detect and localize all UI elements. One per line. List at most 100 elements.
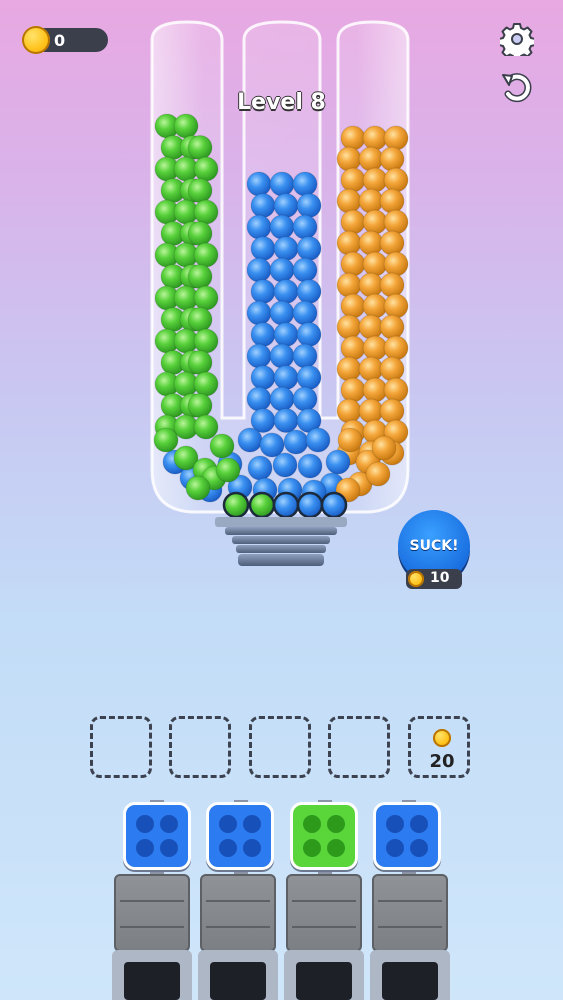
- ball: [269, 386, 295, 412]
- ball: [365, 461, 391, 487]
- ball: [340, 125, 366, 151]
- ball: [296, 193, 322, 218]
- cup-hole: [386, 815, 404, 833]
- ball: [362, 335, 388, 361]
- coin-icon: [22, 26, 50, 54]
- ball: [273, 279, 299, 304]
- lane-crate: [372, 874, 448, 952]
- ball: [336, 398, 362, 424]
- gear-icon[interactable]: [500, 22, 534, 56]
- holding-slot-1[interactable]: [90, 716, 152, 778]
- ball: [187, 221, 213, 246]
- ball: [296, 322, 322, 347]
- ball: [292, 257, 318, 283]
- ball: [283, 429, 309, 455]
- ball: [371, 435, 397, 461]
- ball: [250, 236, 276, 261]
- lane-crate: [200, 874, 276, 952]
- ball: [292, 386, 318, 412]
- ball: [379, 230, 405, 256]
- ball: [362, 293, 388, 319]
- lane-base: [112, 950, 192, 1000]
- ball: [336, 356, 362, 382]
- ball: [336, 188, 362, 214]
- ball: [250, 279, 276, 304]
- blue-cup[interactable]: [206, 802, 274, 870]
- holding-slot-3[interactable]: [249, 716, 311, 778]
- locked-slot[interactable]: 20: [408, 716, 470, 778]
- outlet-ball: [296, 491, 324, 519]
- holding-slot-2[interactable]: [169, 716, 231, 778]
- ball: [362, 377, 388, 403]
- ball: [340, 251, 366, 277]
- ball: [362, 167, 388, 193]
- ball: [379, 272, 405, 298]
- cup-hole: [243, 839, 261, 857]
- outlet-ball: [248, 491, 276, 519]
- ball: [358, 188, 384, 214]
- ball: [379, 314, 405, 340]
- cup-hole: [410, 815, 428, 833]
- suck-cost-badge: 10: [406, 569, 462, 589]
- ball: [358, 356, 384, 382]
- ball: [272, 452, 298, 478]
- coin-icon: [408, 571, 424, 587]
- ball: [379, 356, 405, 382]
- lane-base: [198, 950, 278, 1000]
- ball: [340, 293, 366, 319]
- ball: [292, 300, 318, 326]
- holding-slot-4[interactable]: [328, 716, 390, 778]
- lane-crate: [114, 874, 190, 952]
- ball: [383, 293, 409, 319]
- ball: [185, 475, 211, 501]
- ball: [340, 377, 366, 403]
- ball: [296, 365, 322, 390]
- ball: [383, 335, 409, 361]
- ball: [269, 300, 295, 326]
- ball: [273, 236, 299, 261]
- ball: [292, 343, 318, 369]
- ball: [215, 457, 241, 483]
- blue-cup[interactable]: [373, 802, 441, 870]
- ball: [358, 398, 384, 424]
- ball: [209, 433, 235, 459]
- ball: [383, 251, 409, 277]
- ball: [337, 427, 363, 453]
- ball: [247, 455, 273, 481]
- ball: [340, 167, 366, 193]
- cup-hole: [136, 815, 154, 833]
- ball: [358, 314, 384, 340]
- ball: [237, 427, 263, 453]
- cup-hole: [327, 815, 345, 833]
- ball-pile: [153, 113, 409, 519]
- cup-hole: [136, 839, 154, 857]
- lane-base: [370, 950, 450, 1000]
- ball: [269, 171, 295, 197]
- green-cup[interactable]: [290, 802, 358, 870]
- ball: [187, 135, 213, 160]
- suck-cost: 10: [430, 570, 450, 586]
- lane-base: [284, 950, 364, 1000]
- level-title: Level 8: [237, 90, 326, 115]
- ball: [296, 236, 322, 261]
- ball: [383, 167, 409, 193]
- ball: [292, 214, 318, 240]
- ball: [250, 193, 276, 218]
- ball: [250, 322, 276, 347]
- ball: [193, 199, 219, 225]
- blue-cup[interactable]: [123, 802, 191, 870]
- ball: [246, 214, 272, 240]
- ball: [325, 449, 351, 475]
- ball: [193, 328, 219, 354]
- outlet-ball: [320, 491, 348, 519]
- unlock-slot-cost: 20: [429, 751, 455, 772]
- ball: [246, 257, 272, 283]
- ball: [246, 386, 272, 412]
- ball: [358, 272, 384, 298]
- ball: [362, 125, 388, 151]
- ball: [383, 377, 409, 403]
- ball: [193, 242, 219, 268]
- ball: [269, 257, 295, 283]
- ball: [379, 398, 405, 424]
- ball: [246, 343, 272, 369]
